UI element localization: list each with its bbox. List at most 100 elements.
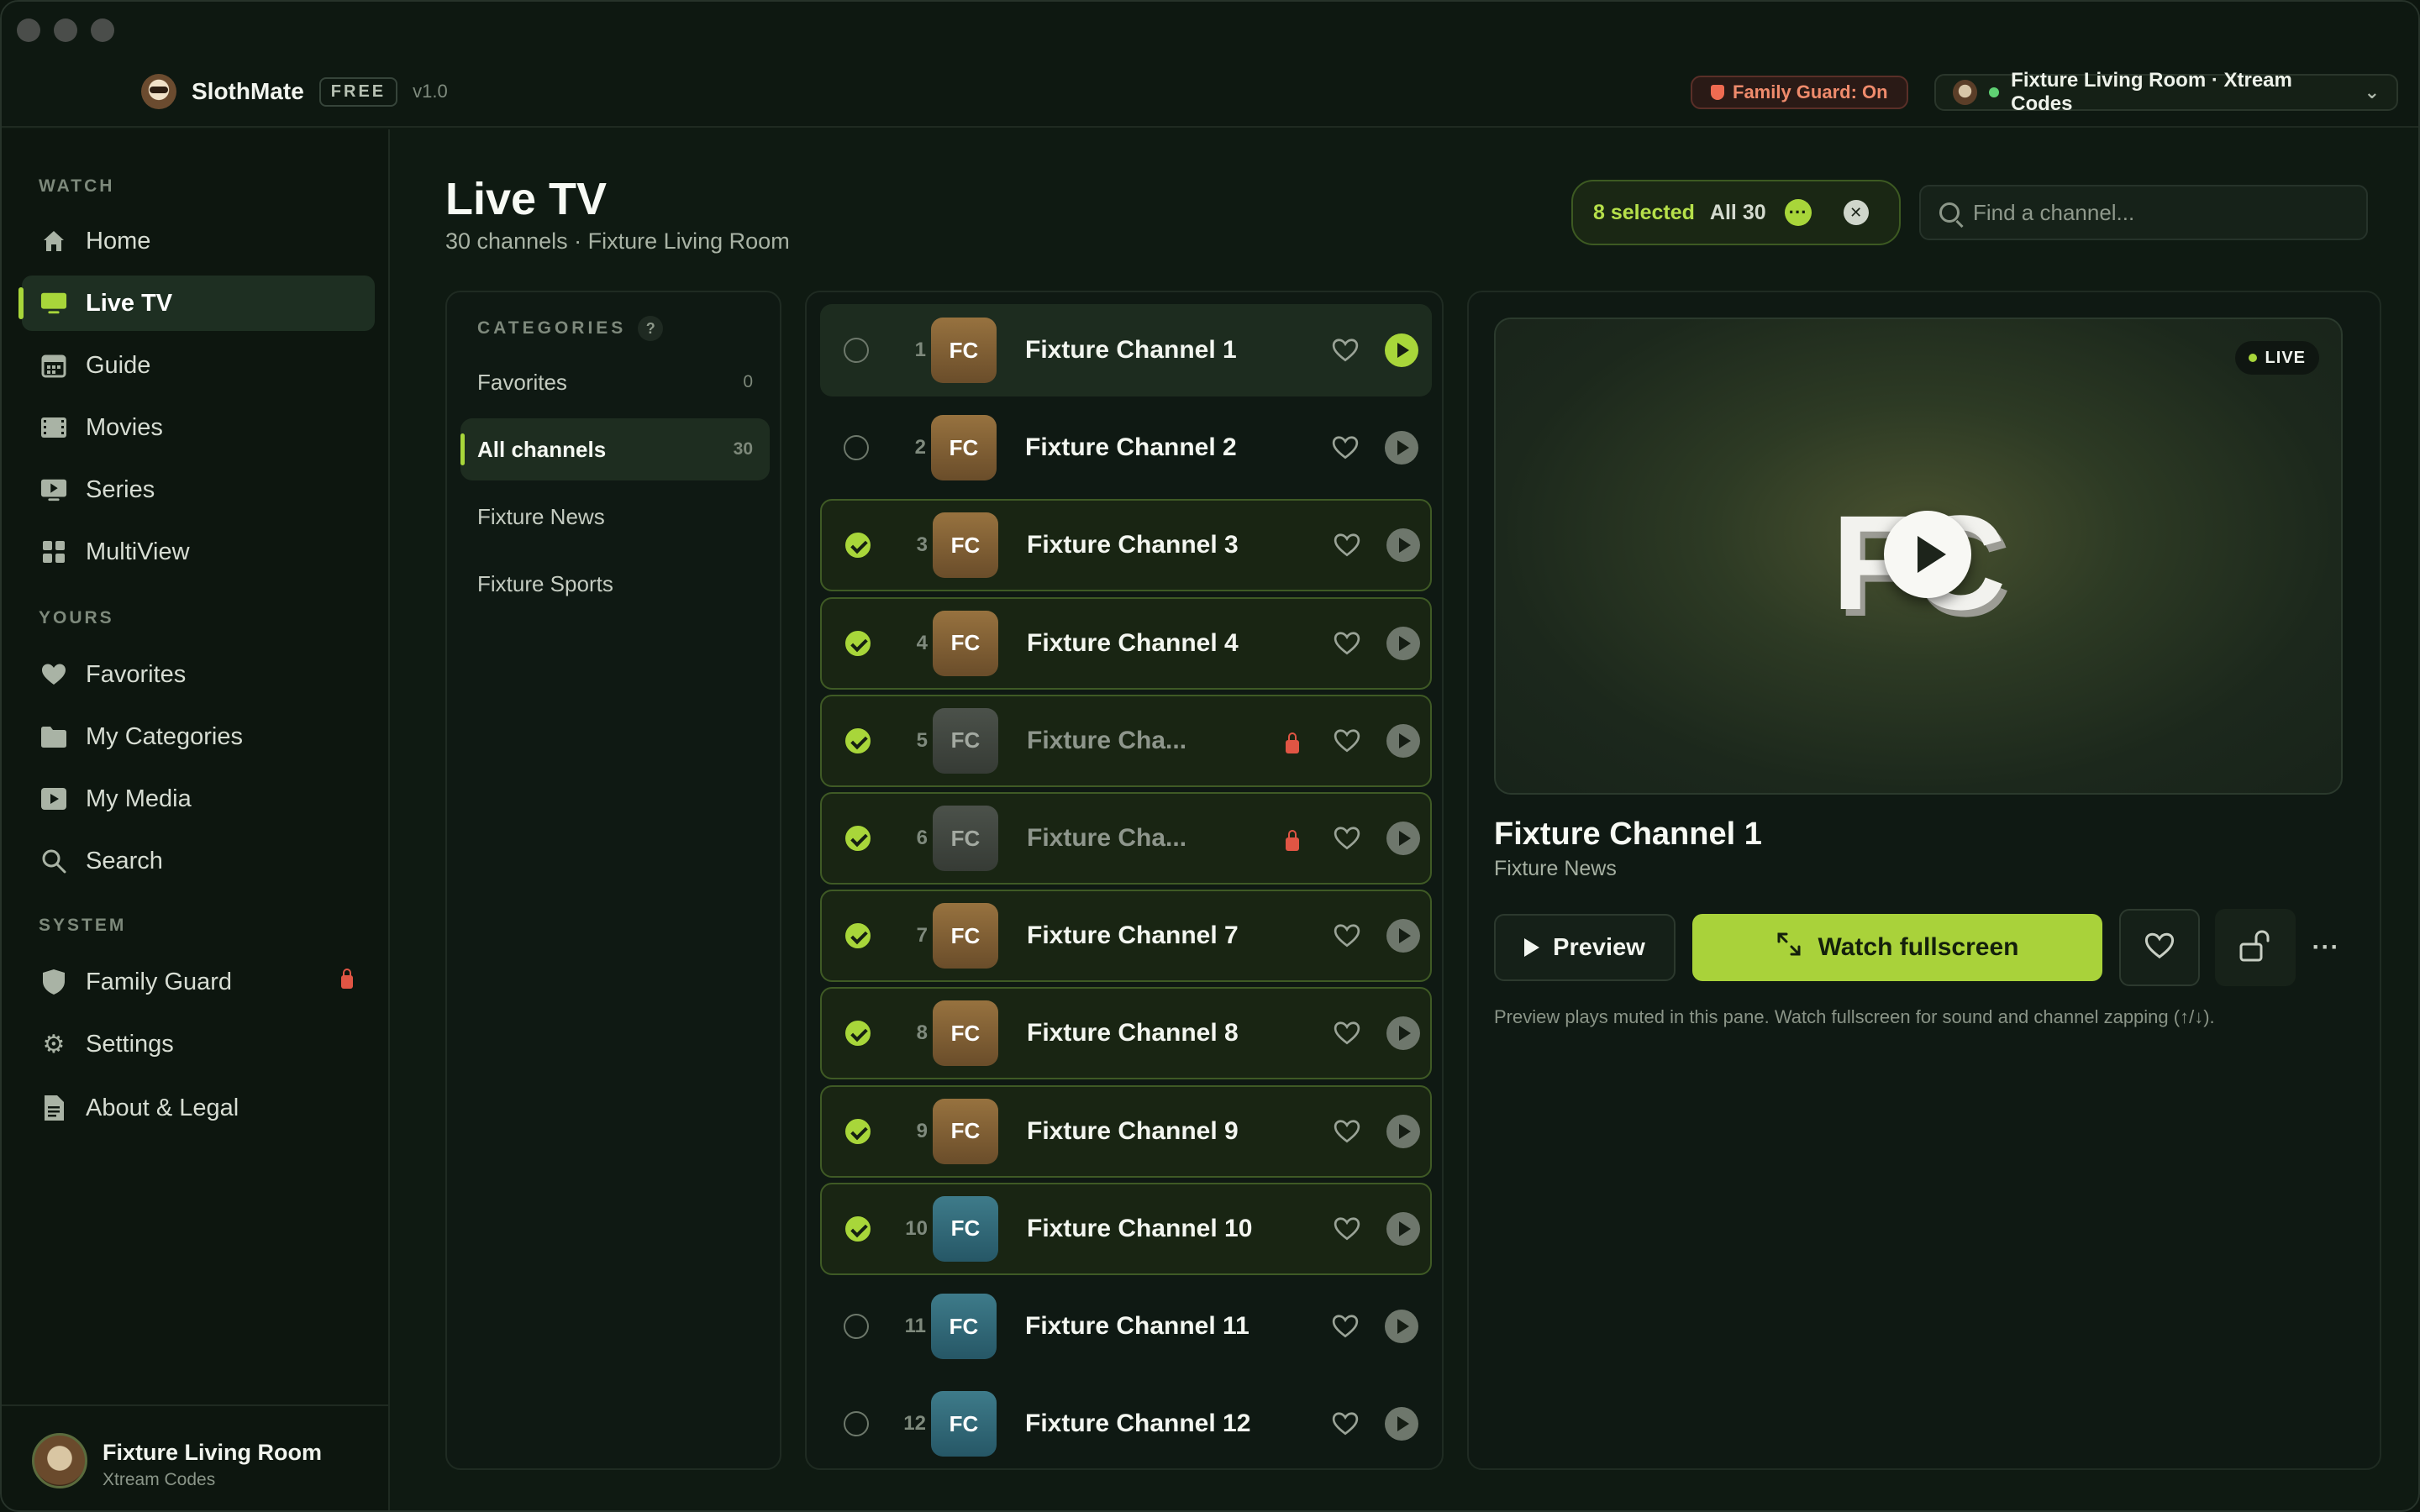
sidebar-item-label: My Categories xyxy=(86,722,243,750)
selection-more-button[interactable]: ··· xyxy=(1784,199,1812,226)
row-select-checkbox[interactable] xyxy=(845,1118,871,1144)
channel-row[interactable]: 12 FC Fixture Channel 12 xyxy=(820,1378,1432,1468)
row-select-checkbox[interactable] xyxy=(845,1215,871,1242)
play-channel-button[interactable] xyxy=(1385,1407,1418,1441)
row-select-checkbox[interactable] xyxy=(844,338,869,363)
favorite-heart-icon[interactable] xyxy=(1333,531,1361,559)
category-fixture-sports[interactable]: Fixture Sports xyxy=(460,553,770,615)
row-select-checkbox[interactable] xyxy=(844,1411,869,1437)
channel-row[interactable]: 5 FC Fixture Cha... xyxy=(820,694,1432,787)
channel-row[interactable]: 4 FC Fixture Channel 4 xyxy=(820,596,1432,690)
channel-row[interactable]: 2 FC Fixture Channel 2 xyxy=(820,402,1432,494)
sidebar: WATCH Home Live TV Guide Movies Series M… xyxy=(2,129,390,1510)
channel-row[interactable]: 10 FC Fixture Channel 10 xyxy=(820,1182,1432,1275)
play-channel-button[interactable] xyxy=(1385,333,1418,367)
channel-row[interactable]: 6 FC Fixture Cha... xyxy=(820,792,1432,885)
play-channel-button[interactable] xyxy=(1386,626,1420,660)
row-select-checkbox[interactable] xyxy=(845,923,871,949)
play-channel-button[interactable] xyxy=(1386,919,1420,953)
row-select-checkbox[interactable] xyxy=(844,1314,869,1339)
sidebar-item-search[interactable]: Search xyxy=(22,833,375,889)
active-profile[interactable]: Fixture Living Room Xtream Codes xyxy=(2,1404,388,1510)
sidebar-item-family-guard[interactable]: Family Guard xyxy=(22,954,375,1010)
row-select-checkbox[interactable] xyxy=(845,533,871,559)
zoom-window-button[interactable] xyxy=(91,18,114,42)
category-fixture-news[interactable]: Fixture News xyxy=(460,486,770,548)
favorite-heart-icon[interactable] xyxy=(1331,433,1360,462)
row-select-checkbox[interactable] xyxy=(845,727,871,753)
family-guard-status-pill[interactable]: Family Guard: On xyxy=(1691,76,1908,109)
favorite-heart-icon[interactable] xyxy=(1331,336,1360,365)
lock-icon xyxy=(1286,830,1299,851)
sidebar-item-guide[interactable]: Guide xyxy=(22,338,375,393)
sidebar-item-about-legal[interactable]: About & Legal xyxy=(22,1080,375,1136)
parental-lock-button[interactable] xyxy=(2215,909,2296,986)
video-preview[interactable]: LIVE FC xyxy=(1494,318,2343,795)
live-badge-label: LIVE xyxy=(2265,348,2306,367)
favorite-heart-icon[interactable] xyxy=(1333,629,1361,658)
channel-row[interactable]: 7 FC Fixture Channel 7 xyxy=(820,890,1432,983)
favorite-heart-icon[interactable] xyxy=(1331,1410,1360,1438)
sidebar-item-home[interactable]: Home xyxy=(22,213,375,269)
category-count: 30 xyxy=(733,439,753,459)
sidebar-item-my-categories[interactable]: My Categories xyxy=(22,709,375,764)
play-icon xyxy=(1524,938,1540,957)
selection-bar: 8 selected All 30 ··· ✕ xyxy=(1571,180,1901,245)
sidebar-item-favorites[interactable]: Favorites xyxy=(22,647,375,702)
channel-row[interactable]: 3 FC Fixture Channel 3 xyxy=(820,499,1432,592)
play-channel-button[interactable] xyxy=(1386,528,1420,563)
favorite-heart-icon[interactable] xyxy=(1333,727,1361,755)
avatar xyxy=(32,1433,87,1488)
channel-row[interactable]: 11 FC Fixture Channel 11 xyxy=(820,1280,1432,1373)
category-label: Fixture News xyxy=(477,503,605,529)
sidebar-item-multiview[interactable]: MultiView xyxy=(22,524,375,580)
watch-fullscreen-button[interactable]: Watch fullscreen xyxy=(1692,914,2102,981)
sidebar-item-live-tv[interactable]: Live TV xyxy=(18,276,375,331)
row-select-checkbox[interactable] xyxy=(845,1021,871,1047)
play-channel-button[interactable] xyxy=(1385,1310,1418,1343)
play-channel-button[interactable] xyxy=(1386,1211,1420,1246)
channel-number: 4 xyxy=(916,631,928,654)
preview-button[interactable]: Preview xyxy=(1494,914,1676,981)
profile-switcher[interactable]: Fixture Living Room · Xtream Codes ⌄ xyxy=(1934,69,2398,115)
sidebar-item-settings[interactable]: ⚙ Settings xyxy=(22,1016,375,1072)
play-channel-button[interactable] xyxy=(1386,1016,1420,1051)
channel-name: Fixture Cha... xyxy=(1027,726,1187,754)
channel-row[interactable]: 9 FC Fixture Channel 9 xyxy=(820,1084,1432,1178)
channel-row[interactable]: 8 FC Fixture Channel 8 xyxy=(820,987,1432,1080)
play-channel-button[interactable] xyxy=(1386,723,1420,758)
sidebar-item-my-media[interactable]: My Media xyxy=(22,771,375,827)
sidebar-item-movies[interactable]: Movies xyxy=(22,400,375,455)
category-favorites[interactable]: Favorites 0 xyxy=(460,351,770,413)
row-select-checkbox[interactable] xyxy=(845,630,871,656)
favorite-heart-icon[interactable] xyxy=(1333,1019,1361,1047)
favorite-heart-icon[interactable] xyxy=(1333,921,1361,950)
preview-button-label: Preview xyxy=(1553,933,1645,961)
minimize-window-button[interactable] xyxy=(54,18,77,42)
app-name: SlothMate xyxy=(192,78,304,104)
row-select-checkbox[interactable] xyxy=(845,826,871,851)
search-input[interactable] xyxy=(1973,199,2343,226)
favorite-heart-icon[interactable] xyxy=(1331,1312,1360,1341)
select-all-button[interactable]: All 30 xyxy=(1710,201,1766,225)
favorite-heart-icon[interactable] xyxy=(1333,1117,1361,1146)
play-channel-button[interactable] xyxy=(1385,431,1418,465)
help-icon[interactable]: ? xyxy=(638,316,664,341)
clear-selection-button[interactable]: ✕ xyxy=(1843,200,1869,225)
category-all-channels[interactable]: All channels 30 xyxy=(460,418,770,480)
categories-panel: CATEGORIES ? Favorites 0 All channels 30… xyxy=(445,291,781,1470)
more-options-button[interactable]: ··· xyxy=(2307,922,2344,973)
favorite-heart-icon[interactable] xyxy=(1333,1215,1361,1243)
sloth-logo-icon xyxy=(141,74,176,109)
play-icon[interactable] xyxy=(1884,511,1971,598)
row-select-checkbox[interactable] xyxy=(844,435,869,461)
favorite-heart-icon[interactable] xyxy=(1333,824,1361,853)
sidebar-item-label: MultiView xyxy=(86,538,190,565)
play-channel-button[interactable] xyxy=(1386,822,1420,855)
close-window-button[interactable] xyxy=(17,18,40,42)
play-screen-icon xyxy=(40,785,67,812)
sidebar-item-series[interactable]: Series xyxy=(22,462,375,517)
channel-row[interactable]: 1 FC Fixture Channel 1 xyxy=(820,304,1432,396)
play-channel-button[interactable] xyxy=(1386,1114,1420,1148)
favorite-button[interactable] xyxy=(2119,909,2200,986)
